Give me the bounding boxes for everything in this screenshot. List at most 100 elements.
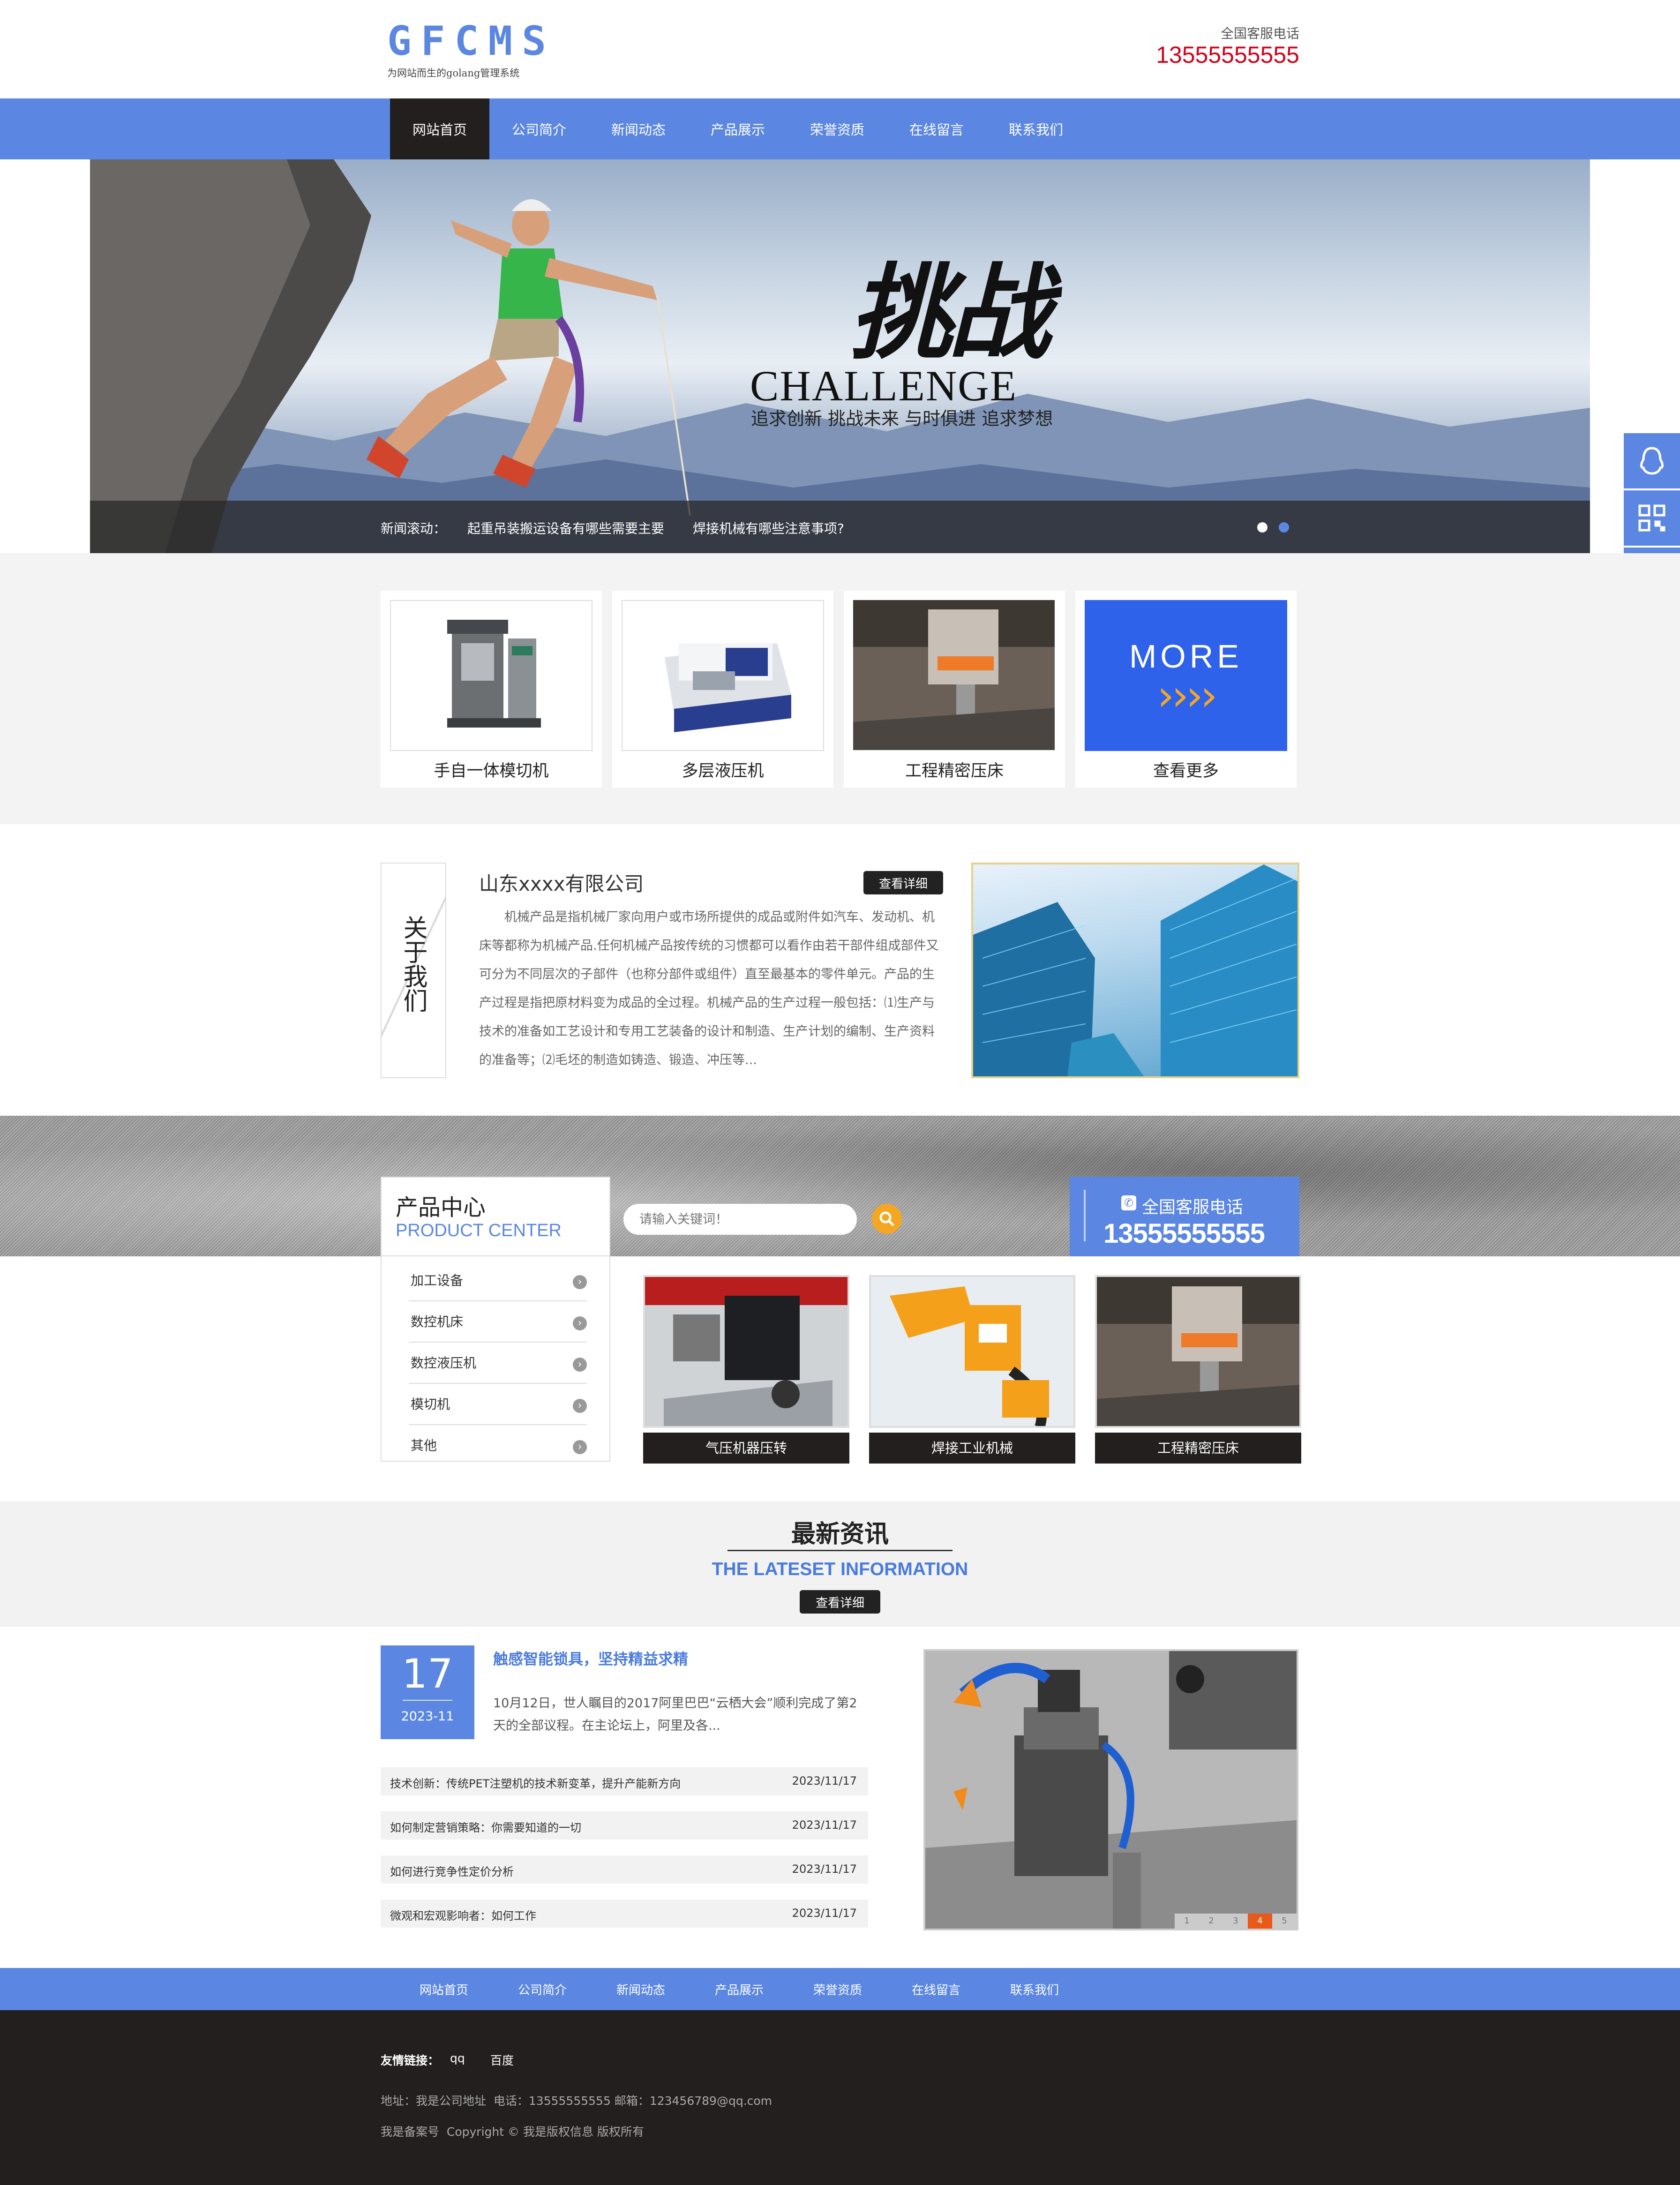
site-header: GFCMS 为网站而生的golang管理系统 全国客服电话 1355555555… bbox=[0, 0, 1680, 98]
product-center-title-box: 产品中心 PRODUCT CENTER bbox=[381, 1177, 610, 1256]
arrow-circle-icon: › bbox=[573, 1440, 587, 1454]
logo[interactable]: GFCMS 为网站而生的golang管理系统 bbox=[387, 18, 546, 83]
category-item[interactable]: 加工设备 › bbox=[409, 1260, 587, 1301]
product-card[interactable]: 工程精密压床 bbox=[1095, 1275, 1301, 1464]
about-section: 关于我们 山东xxxx有限公司 查看详细 机械产品是指机械厂家向用户或市场所提供… bbox=[0, 824, 1680, 1116]
slide-pager-item[interactable]: 3 bbox=[1223, 1914, 1248, 1929]
chevron-right-icon: ›››› bbox=[1157, 670, 1217, 721]
arrow-circle-icon: › bbox=[573, 1399, 587, 1413]
ticker-item[interactable]: 起重吊装搬运设备有哪些需要主要 bbox=[467, 518, 664, 537]
slide-dot[interactable] bbox=[1257, 522, 1268, 533]
phone-icon: ✆ bbox=[1121, 1195, 1136, 1210]
featured-card-label: 查看更多 bbox=[1153, 762, 1219, 781]
friend-link-qq[interactable]: qq bbox=[450, 2051, 465, 2065]
about-more-button[interactable]: 查看详细 bbox=[863, 871, 943, 894]
about-company-name: 山东xxxx有限公司 bbox=[479, 872, 644, 895]
banner-title-cn: 挑战 bbox=[849, 252, 1051, 373]
banner-title-en: CHALLENGE bbox=[750, 362, 1017, 410]
category-item[interactable]: 其他 › bbox=[409, 1425, 587, 1466]
featured-card-label: 手自一体模切机 bbox=[434, 762, 549, 781]
nav-item[interactable]: 公司简介 bbox=[489, 98, 589, 159]
news-item-title: 如何进行竞争性定价分析 bbox=[390, 1865, 514, 1878]
about-side-title-box: 关于我们 bbox=[381, 863, 446, 1078]
slide-pager-item[interactable]: 2 bbox=[1199, 1914, 1223, 1929]
press-machine-photo bbox=[390, 600, 592, 751]
news-list-item[interactable]: 如何进行竞争性定价分析 2023/11/17 bbox=[381, 1855, 868, 1884]
arrow-circle-icon: › bbox=[573, 1275, 587, 1289]
more-tile-text: MORE bbox=[1129, 638, 1243, 675]
nav-item[interactable]: 荣誉资质 bbox=[788, 98, 887, 159]
news-list-item[interactable]: 如何制定营销策略：你需要知道的一切 2023/11/17 bbox=[381, 1811, 868, 1840]
header-hotline-number: 13555555555 bbox=[1156, 42, 1299, 68]
category-item[interactable]: 数控液压机 › bbox=[409, 1343, 587, 1384]
friend-links-label: 友情链接： bbox=[381, 2054, 440, 2067]
footer: 友情链接： qq 百度 地址：我是公司地址 电话：13555555555 邮箱：… bbox=[0, 2010, 1680, 2185]
news-featured-title[interactable]: 触感智能锁具，坚持精益求精 bbox=[493, 1647, 688, 1669]
category-label: 加工设备 bbox=[411, 1273, 464, 1288]
product-card[interactable]: 气压机器压转 bbox=[643, 1275, 849, 1464]
product-card-label: 工程精密压床 bbox=[1095, 1433, 1301, 1464]
featured-card[interactable]: MORE ›››› 查看更多 bbox=[1075, 591, 1297, 788]
main-nav: 网站首页 公司简介 新闻动态 产品展示 荣誉资质 在线留言 联系我们 bbox=[0, 98, 1680, 159]
hero-banner: 挑战 CHALLENGE 追求创新 挑战未来 与时俱进 追求梦想 新闻滚动： 起… bbox=[90, 159, 1590, 553]
news-list-item[interactable]: 技术创新：传统PET注塑机的技术新变革，提升产能新方向 2023/11/17 bbox=[381, 1767, 868, 1795]
slide-pager-item[interactable]: 5 bbox=[1272, 1914, 1297, 1929]
slide-pager-item[interactable]: 4 bbox=[1248, 1914, 1272, 1929]
friend-link-baidu[interactable]: 百度 bbox=[490, 2051, 514, 2068]
mountains-graphic bbox=[90, 159, 1590, 553]
footer-nav-item[interactable]: 网站首页 bbox=[395, 1968, 493, 2010]
product-photo bbox=[643, 1275, 849, 1428]
logo-slogan: 为网站而生的golang管理系统 bbox=[387, 68, 520, 79]
search-button[interactable] bbox=[872, 1204, 902, 1234]
footer-nav-item[interactable]: 新闻动态 bbox=[592, 1968, 690, 2010]
news-item-date: 2023/11/17 bbox=[792, 1818, 857, 1832]
footer-address: 地址：我是公司地址 电话：13555555555 邮箱：123456789@qq… bbox=[381, 2094, 772, 2108]
category-label: 数控机床 bbox=[411, 1314, 464, 1329]
product-center-title-cn: 产品中心 bbox=[396, 1194, 486, 1221]
news-date-badge: 17 2023-11 bbox=[381, 1645, 474, 1739]
featured-card[interactable]: 手自一体模切机 bbox=[381, 591, 602, 788]
nav-item[interactable]: 产品展示 bbox=[688, 98, 788, 159]
product-photo bbox=[869, 1275, 1075, 1428]
featured-card[interactable]: 工程精密压床 bbox=[844, 591, 1065, 788]
ticker-item[interactable]: 焊接机械有哪些注意事项? bbox=[693, 518, 844, 537]
category-item[interactable]: 模切机 › bbox=[409, 1384, 587, 1425]
news-date-month: 2023-11 bbox=[401, 1709, 454, 1724]
footer-nav-item[interactable]: 在线留言 bbox=[887, 1968, 985, 2010]
slide-dot-active[interactable] bbox=[1279, 522, 1289, 533]
product-hotline-number: 13555555555 bbox=[1103, 1218, 1265, 1249]
nav-item[interactable]: 在线留言 bbox=[887, 98, 986, 159]
product-card[interactable]: 焊接工业机械 bbox=[869, 1275, 1075, 1464]
about-side-title: 关于我们 bbox=[399, 915, 427, 1013]
news-date-day: 17 bbox=[402, 1651, 453, 1697]
nav-item[interactable]: 联系我们 bbox=[986, 98, 1086, 159]
footer-nav-item[interactable]: 公司简介 bbox=[493, 1968, 592, 2010]
product-photo bbox=[1095, 1275, 1301, 1428]
footer-nav-item[interactable]: 荣誉资质 bbox=[788, 1968, 887, 2010]
qq-icon[interactable] bbox=[1624, 433, 1680, 488]
arrow-circle-icon: › bbox=[573, 1316, 587, 1330]
nav-item[interactable]: 网站首页 bbox=[390, 98, 489, 159]
product-search-input[interactable] bbox=[623, 1204, 857, 1235]
lathe-machine-photo bbox=[622, 600, 824, 751]
news-item-title: 技术创新：传统PET注塑机的技术新变革，提升产能新方向 bbox=[390, 1777, 681, 1790]
category-label: 数控液压机 bbox=[411, 1355, 477, 1371]
footer-nav: 网站首页 公司简介 新闻动态 产品展示 荣誉资质 在线留言 联系我们 bbox=[0, 1968, 1680, 2010]
product-card-label: 焊接工业机械 bbox=[869, 1433, 1075, 1464]
footer-nav-item[interactable]: 联系我们 bbox=[985, 1968, 1084, 2010]
category-item[interactable]: 数控机床 › bbox=[409, 1301, 587, 1343]
featured-card[interactable]: 多层液压机 bbox=[612, 591, 833, 788]
product-hotline-box: ✆ 全国客服电话 13555555555 bbox=[1070, 1177, 1299, 1256]
search-icon bbox=[879, 1211, 894, 1226]
news-list-item[interactable]: 微观和宏观影响者：如何工作 2023/11/17 bbox=[381, 1900, 868, 1928]
more-tile: MORE ›››› bbox=[1085, 600, 1287, 751]
arrow-circle-icon: › bbox=[573, 1358, 587, 1372]
qrcode-icon[interactable] bbox=[1624, 490, 1680, 546]
slide-pager-item[interactable]: 1 bbox=[1175, 1914, 1199, 1929]
news-item-title: 如何制定营销策略：你需要知道的一切 bbox=[390, 1821, 581, 1834]
nav-item[interactable]: 新闻动态 bbox=[589, 98, 688, 159]
header-hotline-label: 全国客服电话 bbox=[1220, 26, 1299, 41]
about-description: 机械产品是指机械厂家向用户或市场所提供的成品或附件如汽车、发动机、机床等都称为机… bbox=[479, 910, 939, 1067]
footer-nav-item[interactable]: 产品展示 bbox=[690, 1968, 788, 2010]
news-more-button[interactable]: 查看详细 bbox=[800, 1590, 880, 1614]
